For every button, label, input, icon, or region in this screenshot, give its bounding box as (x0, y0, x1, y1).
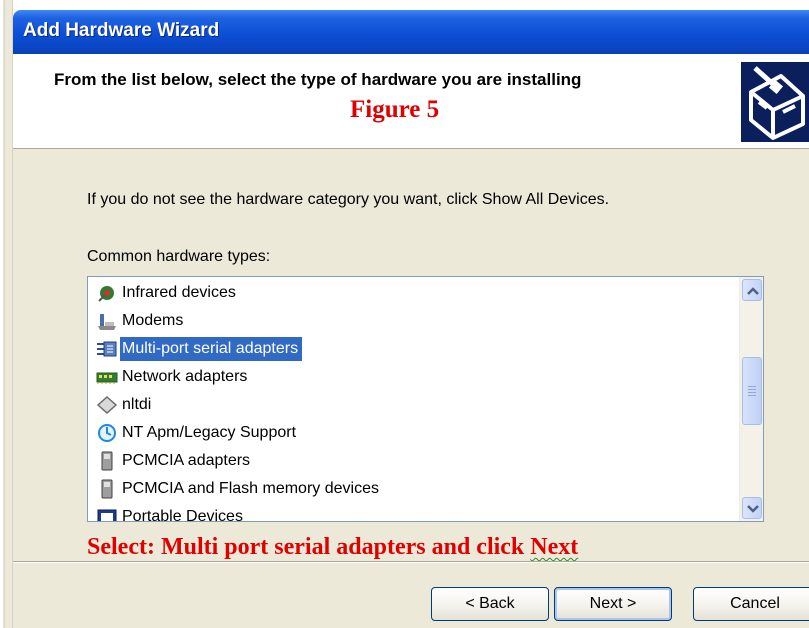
wizard-body: If you do not see the hardware category … (13, 149, 809, 628)
network-adapter-icon (96, 372, 118, 384)
list-item-nltdi[interactable]: nltdi (96, 392, 716, 418)
pcmcia-card-icon (101, 451, 113, 471)
callout-emphasis: Next (530, 534, 579, 560)
background-window-edge (0, 0, 13, 628)
portable-device-icon (97, 509, 117, 521)
list-item-infrared-devices[interactable]: Infrared devices (96, 280, 716, 306)
list-item-label: Modems (122, 312, 184, 329)
scroll-down-button[interactable] (742, 497, 762, 519)
pcmcia-flash-icon (101, 479, 113, 499)
hardware-types-items: Infrared devices Modems Multi-port seria… (88, 277, 738, 521)
annotation-callout: Select: Multi port serial adapters and c… (87, 534, 578, 561)
thumb-grip-line (748, 395, 756, 396)
list-item-label: Infrared devices (122, 284, 236, 301)
list-item-pcmcia-and-flash-memory-devices[interactable]: PCMCIA and Flash memory devices (96, 476, 716, 502)
list-item-multi-port-serial-adapters[interactable]: Multi-port serial adapters (96, 336, 716, 362)
thumb-grip-line (748, 386, 756, 387)
chevron-down-icon (747, 505, 759, 513)
thumb-grip-line (748, 392, 756, 393)
next-button[interactable]: Next > (554, 587, 672, 621)
cancel-button[interactable]: Cancel (693, 587, 809, 621)
list-item-label: Portable Devices (122, 508, 243, 521)
hardware-types-label: Common hardware types: (87, 248, 271, 265)
list-item-label: PCMCIA adapters (122, 452, 251, 469)
scroll-up-button[interactable] (742, 279, 762, 301)
window-title: Add Hardware Wizard (23, 20, 220, 41)
scroll-thumb[interactable] (742, 357, 762, 425)
list-item-label: nltdi (122, 396, 152, 413)
chevron-up-icon (747, 287, 759, 295)
list-item-modems[interactable]: Modems (96, 308, 716, 334)
add-hardware-wizard-window: Add Hardware Wizard From the list below,… (0, 0, 809, 628)
title-bar[interactable]: Add Hardware Wizard (13, 10, 809, 54)
back-button[interactable]: < Back (431, 587, 549, 621)
callout-text: Select: Multi port serial adapters and c… (87, 534, 531, 560)
wizard-header: From the list below, select the type of … (13, 54, 809, 149)
serial-adapter-icon (97, 341, 117, 357)
list-item-pcmcia-adapters[interactable]: PCMCIA adapters (96, 448, 716, 474)
list-item-label: Multi-port serial adapters (120, 337, 303, 361)
modem-icon (98, 314, 116, 330)
list-item-portable-devices[interactable]: Portable Devices (96, 504, 716, 521)
infrared-device-icon (98, 286, 114, 302)
diamond-device-icon (96, 395, 118, 415)
list-item-label: Network adapters (122, 368, 248, 385)
hardware-types-listbox[interactable]: Infrared devices Modems Multi-port seria… (87, 276, 764, 522)
list-item-label: NT Apm/Legacy Support (122, 424, 297, 441)
figure-label: Figure 5 (350, 96, 440, 123)
header-title: From the list below, select the type of … (54, 70, 582, 89)
list-item-label: PCMCIA and Flash memory devices (122, 480, 379, 497)
thumb-grip-line (748, 389, 756, 390)
vertical-scrollbar[interactable] (739, 277, 763, 521)
apm-support-icon (98, 424, 116, 442)
footer-divider (13, 561, 809, 563)
hardware-wizard-icon (741, 62, 809, 142)
list-item-nt-apm-legacy-support[interactable]: NT Apm/Legacy Support (96, 420, 716, 446)
instruction-text: If you do not see the hardware category … (87, 191, 610, 208)
list-item-network-adapters[interactable]: Network adapters (96, 364, 716, 390)
